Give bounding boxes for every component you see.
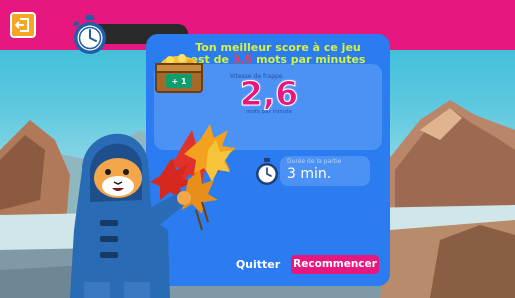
restart-button[interactable]: Recommencer [291, 255, 379, 274]
game-scene: Ton meilleur score à ce jeu est de 3,5 m… [0, 0, 515, 298]
best-score-line2: est de 3,5 mots par minutes [178, 53, 378, 66]
reward-badge: + 1 [171, 77, 186, 86]
cat-mascot [70, 124, 236, 298]
duration-label: Durée de la partie [287, 158, 342, 165]
best-score-value: 3,5 [232, 53, 253, 66]
exit-icon [14, 18, 29, 32]
duration-stopwatch-icon [256, 158, 278, 185]
treasure-chest-icon: + 1 [155, 54, 203, 93]
speed-value: 2,6 [239, 74, 299, 114]
exit-button[interactable] [10, 12, 36, 38]
duration-value: 3 min. [287, 166, 332, 182]
stopwatch-icon [73, 15, 106, 54]
best-score-suffix: mots par minutes [252, 53, 366, 66]
